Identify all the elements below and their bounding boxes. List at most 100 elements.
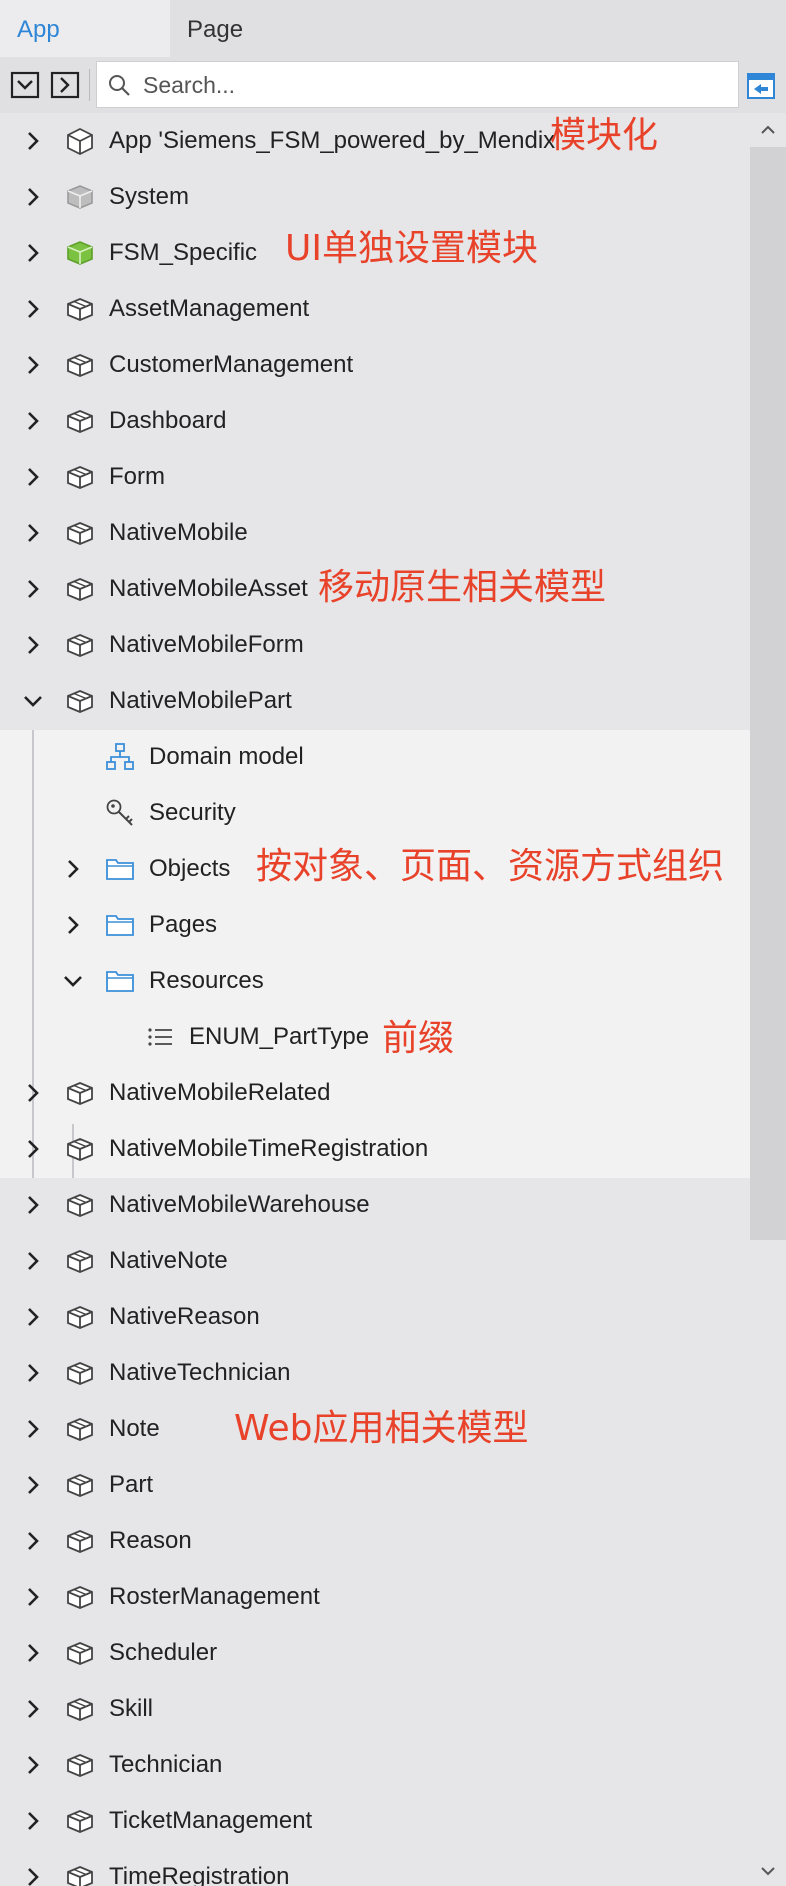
vertical-scrollbar[interactable]: [750, 113, 786, 1886]
ui-module-icon: [65, 238, 95, 268]
module-icon: [65, 1638, 95, 1668]
tree-row[interactable]: Resources: [0, 953, 750, 1009]
collapse-all-button[interactable]: [10, 70, 40, 100]
tree-item-label: TimeRegistration: [109, 1863, 290, 1886]
tree-row[interactable]: System: [0, 169, 750, 225]
tree-row[interactable]: Security: [0, 785, 750, 841]
tree-item-label: NativeMobilePart: [109, 687, 292, 714]
chevron-right-icon[interactable]: [21, 1585, 45, 1609]
expand-all-icon: [50, 71, 80, 99]
chevron-right-icon[interactable]: [21, 297, 45, 321]
tree-row[interactable]: RosterManagement: [0, 1569, 750, 1625]
module-icon: [65, 1582, 95, 1612]
tab-page-explorer[interactable]: Page Explorer: [170, 0, 350, 103]
chevron-right-icon[interactable]: [21, 1417, 45, 1441]
tree-item-label: NativeNote: [109, 1247, 228, 1274]
tree-item-label: Pages: [149, 911, 218, 938]
chevron-right-icon[interactable]: [21, 129, 45, 153]
tree-row[interactable]: NativeMobileRelated: [0, 1065, 750, 1121]
tree-row[interactable]: Scheduler: [0, 1625, 750, 1681]
tree-row[interactable]: NativeMobileTimeRegistration: [0, 1121, 750, 1177]
tree-item-label: NativeReason: [109, 1303, 260, 1330]
module-icon: [65, 462, 95, 492]
chevron-right-icon[interactable]: [21, 1249, 45, 1273]
tree-item-label: Security: [149, 799, 236, 826]
tree-row[interactable]: Technician: [0, 1737, 750, 1793]
chevron-right-icon[interactable]: [21, 1361, 45, 1385]
tree-row[interactable]: ENUM_PartType: [0, 1009, 750, 1065]
chevron-right-icon[interactable]: [21, 1809, 45, 1833]
chevron-right-icon[interactable]: [61, 913, 85, 937]
search-input[interactable]: [141, 62, 725, 109]
chevron-right-icon[interactable]: [21, 1529, 45, 1553]
module-icon: [65, 1750, 95, 1780]
chevron-right-icon[interactable]: [21, 409, 45, 433]
tree-row[interactable]: Dashboard: [0, 393, 750, 449]
chevron-right-icon[interactable]: [21, 1473, 45, 1497]
tab-app-explorer[interactable]: App Explorer: [0, 0, 170, 103]
tree-item-label: Note: [109, 1415, 160, 1442]
chevron-right-icon[interactable]: [21, 1081, 45, 1105]
scroll-up-icon[interactable]: [759, 121, 777, 139]
tree-row[interactable]: TimeRegistration: [0, 1849, 750, 1886]
module-icon: [65, 1358, 95, 1388]
tree-row[interactable]: NativeTechnician: [0, 1345, 750, 1401]
search-box[interactable]: [96, 61, 739, 109]
expand-all-button[interactable]: [50, 70, 80, 100]
chevron-right-icon[interactable]: [21, 1753, 45, 1777]
chevron-right-icon[interactable]: [21, 465, 45, 489]
chevron-right-icon[interactable]: [21, 577, 45, 601]
chevron-right-icon[interactable]: [21, 1697, 45, 1721]
chevron-down-icon[interactable]: [21, 689, 45, 713]
chevron-right-icon[interactable]: [21, 241, 45, 265]
chevron-right-icon[interactable]: [21, 1641, 45, 1665]
module-icon: [65, 1862, 95, 1886]
scroll-down-icon[interactable]: [759, 1862, 777, 1880]
tree-row[interactable]: Reason: [0, 1513, 750, 1569]
chevron-right-icon[interactable]: [21, 1305, 45, 1329]
tree-item-label: Scheduler: [109, 1639, 218, 1666]
scrollbar-thumb[interactable]: [750, 147, 786, 1240]
tree-row[interactable]: CustomerManagement: [0, 337, 750, 393]
app-icon: [65, 126, 95, 156]
chevron-right-icon[interactable]: [21, 185, 45, 209]
chevron-right-icon[interactable]: [21, 1193, 45, 1217]
tree-item-label: System: [109, 183, 190, 210]
tree-row[interactable]: Domain model: [0, 729, 750, 785]
annotation-native-models: 移动原生相关模型: [318, 567, 607, 608]
link-with-editor-button[interactable]: [746, 71, 776, 101]
tree-row[interactable]: NativeMobilePart: [0, 673, 750, 729]
tree-item-label: Objects: [149, 855, 231, 882]
chevron-right-icon[interactable]: [61, 857, 85, 881]
chevron-right-icon[interactable]: [21, 1865, 45, 1886]
chevron-right-icon[interactable]: [21, 521, 45, 545]
collapse-all-icon: [10, 71, 40, 99]
system-module-icon: [65, 182, 95, 212]
tree-row[interactable]: NativeMobileForm: [0, 617, 750, 673]
annotation-web-models: Web应用相关模型: [234, 1408, 529, 1449]
enumeration-icon: [145, 1022, 175, 1052]
chevron-right-icon[interactable]: [21, 353, 45, 377]
chevron-down-icon[interactable]: [61, 969, 85, 993]
module-icon: [65, 1414, 95, 1444]
search-icon: [109, 75, 130, 96]
tree-row[interactable]: NativeMobile: [0, 505, 750, 561]
tree-item-label: Skill: [109, 1695, 154, 1722]
tree-row[interactable]: NativeNote: [0, 1233, 750, 1289]
tree-row[interactable]: Form: [0, 449, 750, 505]
tree-row[interactable]: NativeReason: [0, 1289, 750, 1345]
tree-row[interactable]: Skill: [0, 1681, 750, 1737]
tree-row[interactable]: TicketManagement: [0, 1793, 750, 1849]
tree-item-label: NativeTechnician: [109, 1359, 291, 1386]
tree-row[interactable]: Part: [0, 1457, 750, 1513]
tree-row[interactable]: NativeMobileWarehouse: [0, 1177, 750, 1233]
tree-item-label: NativeMobileRelated: [109, 1079, 331, 1106]
tree-row[interactable]: Pages: [0, 897, 750, 953]
module-icon: [65, 1694, 95, 1724]
chevron-right-icon[interactable]: [21, 633, 45, 657]
tree-item-label: NativeMobileAsset: [109, 575, 308, 602]
chevron-right-icon[interactable]: [21, 1137, 45, 1161]
tree-item-label: Domain model: [149, 743, 304, 770]
tree-row[interactable]: AssetManagement: [0, 281, 750, 337]
module-icon: [65, 1246, 95, 1276]
